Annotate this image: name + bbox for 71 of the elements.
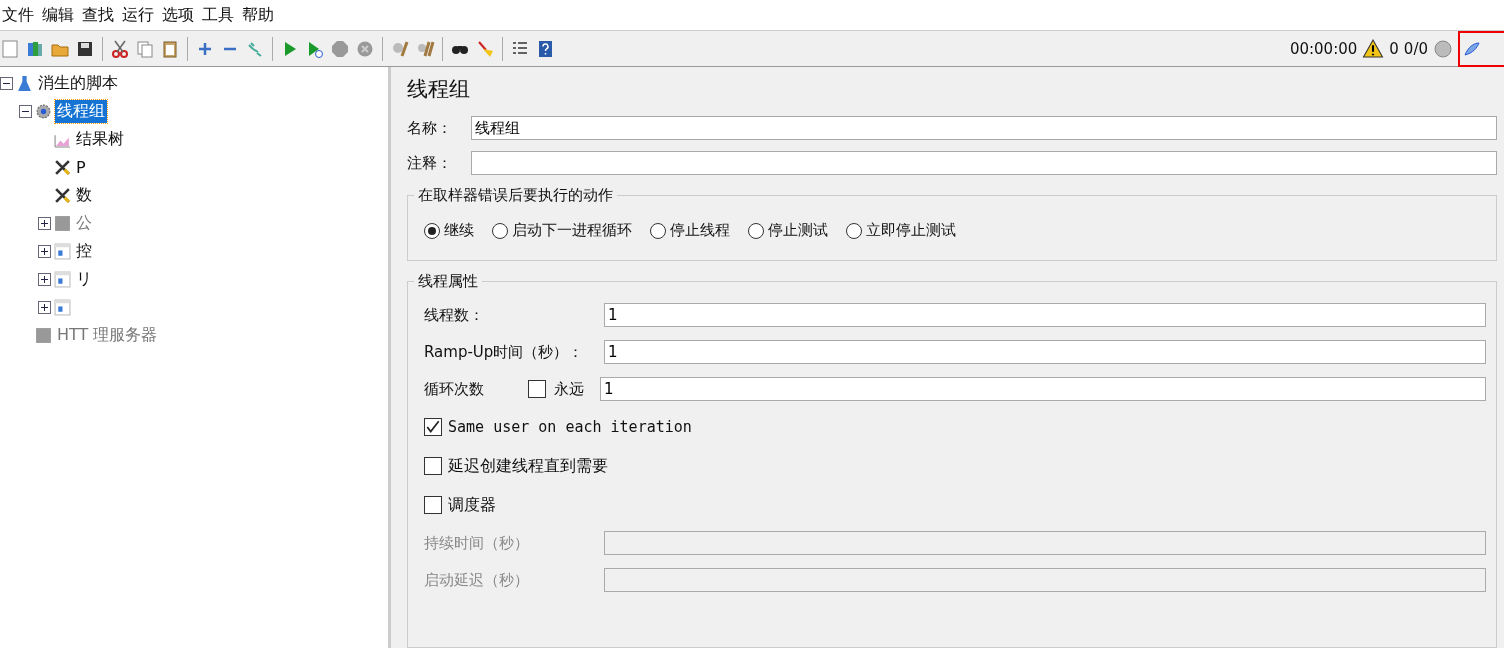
expand-icon[interactable] xyxy=(38,272,51,286)
collapse-icon[interactable] xyxy=(19,104,32,118)
checkbox[interactable] xyxy=(424,457,442,475)
controller-icon xyxy=(54,242,71,260)
field-label: 名称： xyxy=(407,118,453,138)
field-label: Ramp-Up时间（秒）： xyxy=(424,342,585,362)
checkbox[interactable] xyxy=(424,418,442,436)
flask-icon xyxy=(16,74,33,92)
controller-icon xyxy=(54,270,71,288)
tree-item[interactable]: 控 xyxy=(74,239,94,263)
field-label: 线程数： xyxy=(424,305,485,325)
checkbox-label: 永远 xyxy=(554,379,585,399)
radio-label: 立即停止测试 xyxy=(866,221,956,240)
tree-item[interactable]: リ xyxy=(74,267,94,291)
expand-icon[interactable] xyxy=(38,300,51,314)
field-label: 启动延迟（秒） xyxy=(424,570,530,590)
menu-item[interactable]: 选项 xyxy=(162,4,194,26)
loop-count-field[interactable]: 1 xyxy=(600,377,1486,401)
checkbox[interactable] xyxy=(528,380,546,398)
radio-button[interactable] xyxy=(846,222,862,239)
tree-item[interactable]: 消生的脚本 xyxy=(36,71,120,95)
radio-button[interactable] xyxy=(650,222,666,239)
tree-item[interactable]: HTT 理服务器 xyxy=(55,323,160,347)
checkbox[interactable] xyxy=(424,496,442,514)
menu-item[interactable]: 文件 xyxy=(2,4,34,26)
ramp-up-field[interactable]: 1 xyxy=(604,340,1486,364)
group-title: 线程属性 xyxy=(417,272,479,291)
menu-item[interactable]: 工具 xyxy=(202,4,234,26)
warning-icon xyxy=(1362,39,1385,58)
collapse-icon[interactable] xyxy=(0,76,13,90)
expand-icon[interactable] xyxy=(38,216,51,230)
group-title: 在取样器错误后要执行的动作 xyxy=(417,186,614,205)
radio-label: 启动下一进程循环 xyxy=(512,221,632,240)
controller-icon xyxy=(54,298,71,316)
expand-icon[interactable] xyxy=(38,244,51,258)
field-label: 注释： xyxy=(407,153,453,173)
paste-icon[interactable] xyxy=(160,38,180,59)
gear-icon xyxy=(35,102,52,120)
radio-button[interactable] xyxy=(424,222,440,239)
status-circle-icon xyxy=(1433,38,1453,59)
radio-button[interactable] xyxy=(748,222,764,239)
tree-item[interactable]: 数 xyxy=(74,183,94,207)
menu-item[interactable]: 编辑 xyxy=(42,4,74,26)
cut-icon[interactable] xyxy=(110,38,130,59)
wrench-icon xyxy=(54,158,71,176)
radio-label: 停止测试 xyxy=(768,221,828,240)
field-label: 持续时间（秒） xyxy=(424,533,530,553)
error-count: 0 xyxy=(1389,39,1399,58)
elapsed-time: 00:00:00 xyxy=(1289,39,1358,58)
checkbox-label: 调度器 xyxy=(448,494,496,516)
name-field[interactable]: 线程组 xyxy=(471,116,1497,140)
controller-icon xyxy=(35,326,52,344)
menu-item[interactable]: 查找 xyxy=(82,4,114,26)
field-label: 循环次数 xyxy=(424,379,485,399)
tree-item[interactable]: P xyxy=(74,156,88,178)
panel-title: 线程组 xyxy=(407,76,471,103)
radio-label: 停止线程 xyxy=(670,221,730,240)
wrench-icon xyxy=(54,186,71,204)
tree-item[interactable]: 结果树 xyxy=(74,127,126,151)
controller-icon xyxy=(54,214,71,232)
comment-field[interactable] xyxy=(471,151,1497,175)
menu-item[interactable]: 帮助 xyxy=(242,4,274,26)
checkbox-label: Same user on each iteration xyxy=(448,418,692,436)
thread-count-field[interactable]: 1 xyxy=(604,303,1486,327)
checkbox-label: 延迟创建线程直到需要 xyxy=(448,455,608,477)
tree-item[interactable]: 线程组 xyxy=(55,99,107,123)
radio-button[interactable] xyxy=(492,222,508,239)
radio-label: 继续 xyxy=(444,221,474,240)
menu-item[interactable]: 运行 xyxy=(122,4,154,26)
thread-count: 0/0 xyxy=(1403,39,1428,58)
tree-item[interactable]: 公 xyxy=(74,211,94,235)
